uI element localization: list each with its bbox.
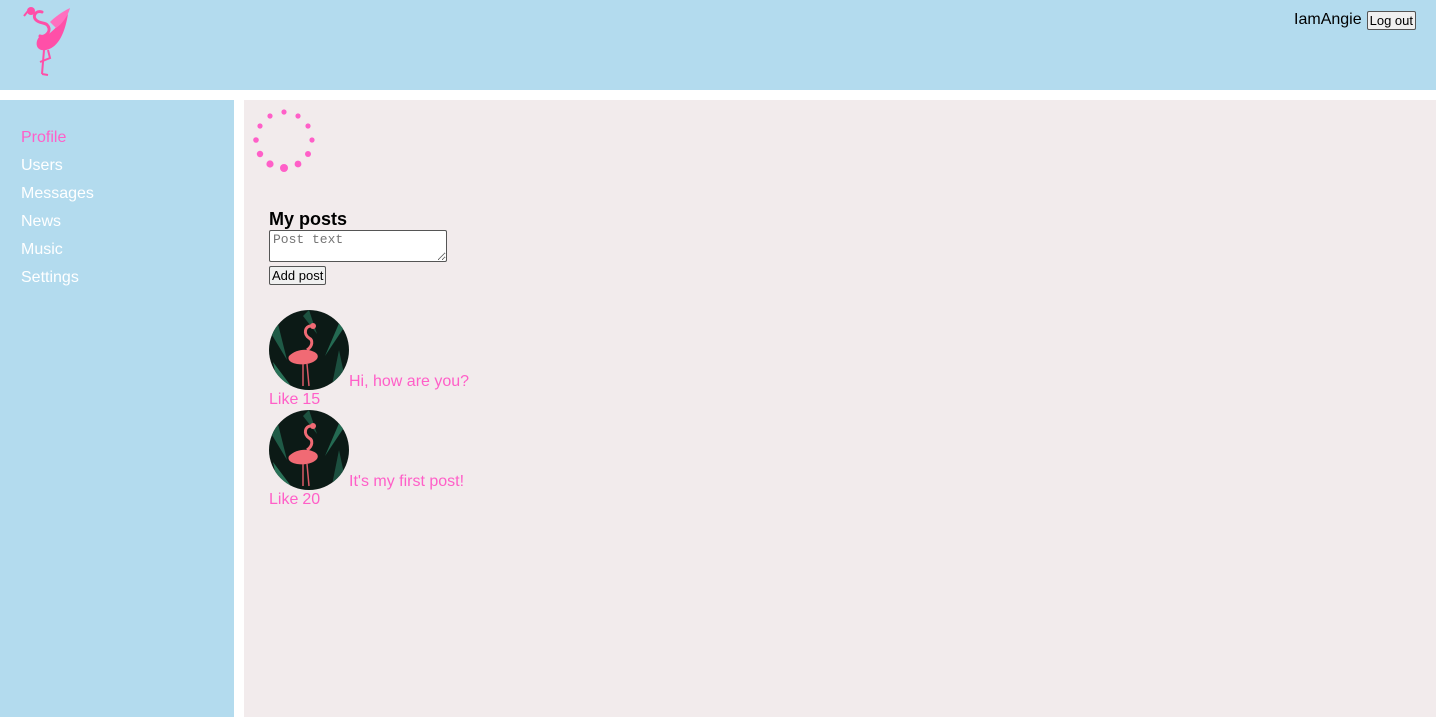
my-posts-section: My posts Add post [269, 208, 469, 510]
posts-title: My posts [269, 209, 348, 229]
post-text-input[interactable] [269, 230, 447, 262]
sidebar-item-profile[interactable]: Profile [21, 124, 213, 152]
like-count: 20 [302, 491, 321, 508]
post-item: It's my first post! Like 20 [269, 410, 469, 510]
like-count: 15 [302, 391, 321, 408]
add-post-button[interactable]: Add post [269, 266, 327, 285]
username-label: IamAngie [1294, 11, 1362, 28]
post-text: Hi, how are you? [349, 373, 470, 390]
flamingo-avatar-icon [269, 410, 349, 490]
like-label[interactable]: Like [269, 490, 298, 510]
post-item: Hi, how are you? Like 15 [269, 310, 469, 410]
sidebar-item-settings[interactable]: Settings [21, 264, 213, 292]
post-text: It's my first post! [349, 473, 465, 490]
like-label[interactable]: Like [269, 390, 298, 410]
sidebar-item-users[interactable]: Users [21, 152, 213, 180]
post-likes: Like 20 [269, 490, 469, 510]
sidebar-item-music[interactable]: Music [21, 236, 213, 264]
posts-list: Hi, how are you? Like 15 It's my first p… [269, 310, 469, 510]
profile-content: My posts Add post [244, 100, 1436, 717]
app-header: IamAngie Log out [0, 0, 1436, 90]
flamingo-avatar-icon [269, 310, 349, 390]
login-block: IamAngie Log out [1294, 10, 1416, 30]
loading-spinner-icon [253, 109, 315, 172]
flamingo-logo-icon [23, 7, 70, 76]
sidebar-item-messages[interactable]: Messages [21, 180, 213, 208]
post-likes: Like 15 [269, 390, 469, 410]
logout-button[interactable]: Log out [1366, 11, 1416, 30]
sidebar-nav: Profile Users Messages News Music Settin… [0, 100, 234, 717]
sidebar-item-news[interactable]: News [21, 208, 213, 236]
